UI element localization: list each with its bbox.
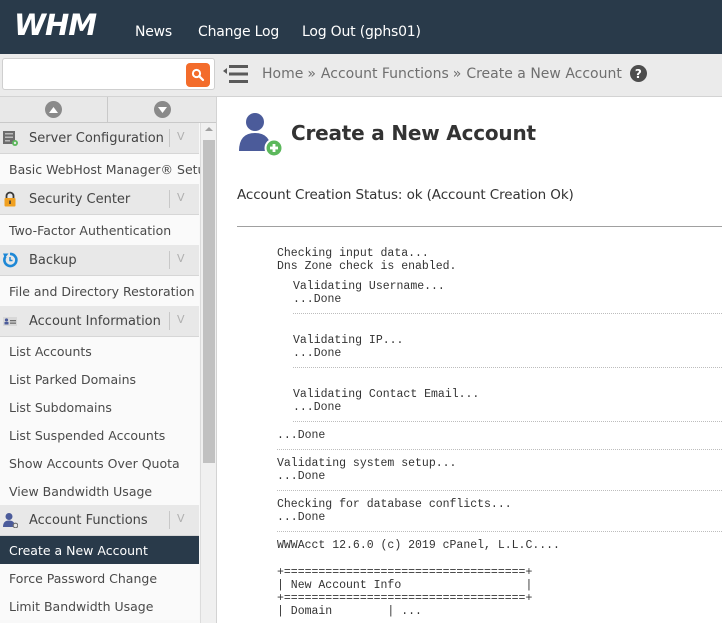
main-content: Create a New Account Account Creation St… bbox=[218, 97, 722, 623]
nav-change-log-link[interactable]: Change Log bbox=[198, 24, 279, 40]
category-label: Backup bbox=[29, 252, 77, 268]
sidebar-item-force-password-change[interactable]: Force Password Change bbox=[0, 564, 199, 592]
dotted-divider bbox=[293, 313, 722, 314]
search-icon bbox=[191, 68, 205, 82]
log-line: ...Done bbox=[293, 347, 342, 360]
chevron-down-icon[interactable]: V bbox=[177, 313, 185, 326]
log-line: Validating system setup... bbox=[277, 457, 457, 470]
search-input[interactable] bbox=[7, 63, 182, 85]
divider bbox=[169, 129, 170, 147]
table-row: | Domain | ... bbox=[277, 605, 422, 618]
log-line: Dns Zone check is enabled. bbox=[277, 260, 457, 273]
sidebar-scrollbar[interactable] bbox=[200, 123, 216, 623]
chevron-down-icon[interactable]: V bbox=[177, 512, 185, 525]
sidebar-item-basic-webhost-manager-setup[interactable]: Basic WebHost Manager® Setup bbox=[0, 154, 213, 184]
nav-logout-link[interactable]: Log Out (gphs01) bbox=[302, 24, 421, 40]
sidebar-item-view-bandwidth-usage[interactable]: View Bandwidth Usage bbox=[0, 477, 199, 505]
account-creation-status: Account Creation Status: ok (Account Cre… bbox=[237, 187, 574, 203]
breadcrumb-current: Create a New Account bbox=[466, 65, 622, 82]
sidebar-category-account-functions[interactable]: Account Functions V bbox=[0, 505, 199, 536]
sidebar-category-server-configuration[interactable]: Server Configuration V bbox=[0, 123, 199, 154]
sidebar-category-account-information[interactable]: Account Information V bbox=[0, 306, 199, 337]
scrollbar-up-arrow-icon[interactable] bbox=[205, 127, 213, 131]
divider bbox=[169, 511, 170, 529]
category-label: Account Information bbox=[29, 313, 161, 329]
backup-icon bbox=[3, 252, 18, 268]
lock-icon bbox=[4, 191, 16, 207]
divider bbox=[237, 226, 722, 227]
collapse-sidebar-icon[interactable] bbox=[223, 64, 249, 84]
category-label: Security Center bbox=[29, 191, 131, 207]
sidebar-item-list-suspended-accounts[interactable]: List Suspended Accounts bbox=[0, 421, 199, 449]
breadcrumb-account-functions[interactable]: Account Functions bbox=[321, 66, 449, 82]
account-info-icon bbox=[3, 317, 17, 326]
log-line: Validating Contact Email... bbox=[293, 388, 480, 401]
dotted-divider bbox=[277, 531, 722, 532]
chevron-down-icon[interactable]: V bbox=[177, 130, 185, 143]
sidebar-category-security-center[interactable]: Security Center V bbox=[0, 184, 199, 215]
help-icon[interactable]: ? bbox=[629, 65, 647, 82]
sidebar-scroll-controls bbox=[0, 97, 216, 123]
breadcrumb-home[interactable]: Home bbox=[262, 66, 303, 82]
log-validation-block: Validating IP... ...Done bbox=[277, 334, 722, 368]
server-config-icon bbox=[3, 131, 18, 146]
breadcrumb-separator: » bbox=[307, 65, 316, 82]
category-label: Server Configuration bbox=[29, 130, 164, 146]
table-border: +===================================+ bbox=[277, 592, 533, 605]
divider bbox=[169, 190, 170, 208]
log-validation-block: Validating Username... ...Done bbox=[277, 280, 722, 314]
arrow-down-icon bbox=[154, 101, 171, 118]
sidebar-item-show-accounts-over-quota[interactable]: Show Accounts Over Quota bbox=[0, 449, 199, 477]
search-container bbox=[2, 58, 215, 90]
arrow-up-icon bbox=[45, 101, 62, 118]
sidebar-menu: Server Configuration V Basic WebHost Man… bbox=[0, 123, 213, 620]
page-title: Create a New Account bbox=[291, 121, 536, 145]
log-line: ...Done bbox=[277, 470, 326, 483]
sidebar-item-limit-bandwidth-usage[interactable]: Limit Bandwidth Usage bbox=[0, 592, 199, 620]
dotted-divider bbox=[293, 367, 722, 368]
whm-logo[interactable]: WHM bbox=[14, 9, 114, 39]
scroll-down-button[interactable] bbox=[108, 97, 216, 122]
dotted-divider bbox=[277, 490, 722, 491]
log-line: Checking input data... bbox=[277, 247, 429, 260]
create-account-icon bbox=[239, 113, 283, 157]
sidebar-item-list-accounts[interactable]: List Accounts bbox=[0, 337, 199, 365]
scrollbar-thumb[interactable] bbox=[203, 140, 215, 463]
sidebar-item-list-parked-domains[interactable]: List Parked Domains bbox=[0, 365, 199, 393]
nav-news-link[interactable]: News bbox=[135, 24, 172, 40]
account-functions-icon bbox=[3, 513, 18, 528]
top-navigation-bar: WHM News Change Log Log Out (gphs01) bbox=[0, 0, 722, 54]
breadcrumb: Home » Account Functions » Create a New … bbox=[262, 65, 647, 82]
search-button[interactable] bbox=[186, 63, 210, 87]
log-line: ...Done bbox=[277, 429, 326, 442]
svg-text:WHM: WHM bbox=[14, 9, 97, 39]
table-border: +===================================+ bbox=[277, 566, 533, 579]
sidebar-item-file-and-directory-restoration[interactable]: File and Directory Restoration bbox=[0, 276, 199, 306]
log-line: ...Done bbox=[293, 293, 342, 306]
sidebar-item-two-factor-authentication[interactable]: Two-Factor Authentication bbox=[0, 215, 199, 245]
scroll-up-button[interactable] bbox=[0, 97, 107, 122]
log-line: Checking for database conflicts... bbox=[277, 498, 512, 511]
table-title-row: | New Account Info | bbox=[277, 579, 533, 592]
chevron-down-icon[interactable]: V bbox=[177, 252, 185, 265]
chevron-down-icon[interactable]: V bbox=[177, 191, 185, 204]
sidebar: Server Configuration V Basic WebHost Man… bbox=[0, 97, 217, 623]
log-line: Validating Username... bbox=[293, 280, 445, 293]
breadcrumb-separator: » bbox=[452, 65, 462, 82]
dotted-divider bbox=[277, 449, 722, 450]
sidebar-item-create-a-new-account[interactable]: Create a New Account bbox=[0, 536, 199, 564]
dotted-divider bbox=[293, 421, 722, 422]
log-version-line: WWWAcct 12.6.0 (c) 2019 cPanel, L.L.C...… bbox=[277, 539, 560, 552]
log-line: Validating IP... bbox=[293, 334, 404, 347]
sub-toolbar: Home » Account Functions » Create a New … bbox=[0, 54, 722, 97]
log-validation-block: Validating Contact Email... ...Done bbox=[277, 388, 722, 422]
log-line: ...Done bbox=[277, 511, 326, 524]
sidebar-item-list-subdomains[interactable]: List Subdomains bbox=[0, 393, 199, 421]
creation-log: Checking input data... Dns Zone check is… bbox=[277, 247, 722, 618]
sidebar-category-backup[interactable]: Backup V bbox=[0, 245, 199, 276]
divider bbox=[169, 251, 170, 269]
category-label: Account Functions bbox=[29, 512, 148, 528]
log-line: ...Done bbox=[293, 401, 342, 414]
divider bbox=[169, 312, 170, 330]
